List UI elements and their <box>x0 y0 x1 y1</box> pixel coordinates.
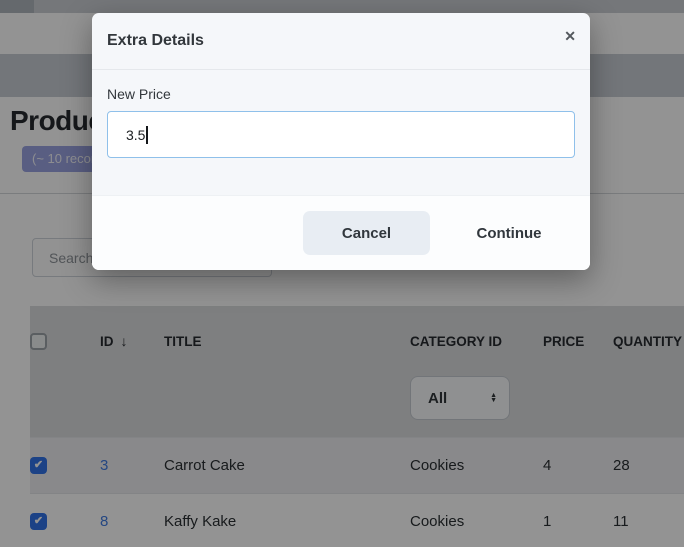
text-caret <box>146 126 148 144</box>
modal-title: Extra Details <box>107 32 204 50</box>
modal-body: New Price 3.5 <box>92 70 590 158</box>
new-price-input[interactable]: 3.5 <box>107 111 575 158</box>
extra-details-modal: Extra Details ✕ New Price 3.5 Cancel Con… <box>92 13 590 270</box>
new-price-value: 3.5 <box>126 127 145 143</box>
cancel-button[interactable]: Cancel <box>303 211 430 255</box>
close-icon[interactable]: ✕ <box>564 29 576 43</box>
screen: Products (~ 10 records) ID↓ TITLE CATEGO… <box>0 0 684 547</box>
modal-footer: Cancel Continue <box>92 195 590 270</box>
continue-button[interactable]: Continue <box>444 211 574 255</box>
new-price-label: New Price <box>107 86 575 102</box>
modal-header: Extra Details ✕ <box>92 13 590 70</box>
